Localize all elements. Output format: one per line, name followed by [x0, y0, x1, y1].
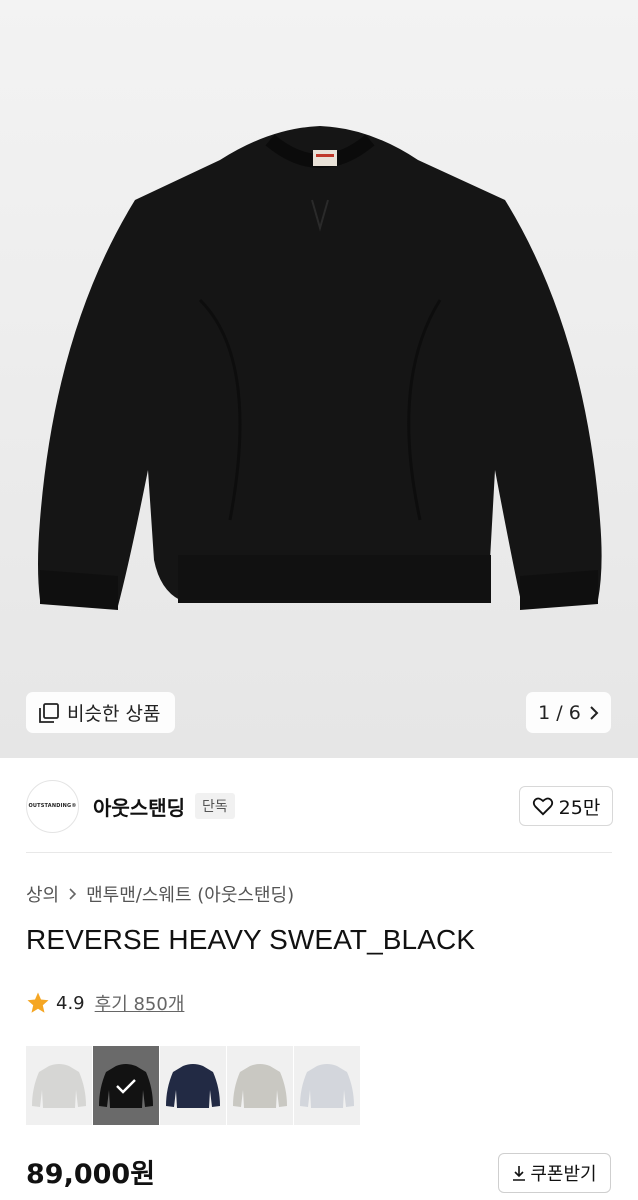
reviews-link[interactable]: 후기 850개 — [95, 990, 185, 1016]
divider — [26, 852, 612, 853]
color-swatch[interactable] — [294, 1046, 360, 1125]
copy-icon — [39, 702, 59, 723]
coupon-download-button[interactable]: 쿠폰받기 — [498, 1153, 611, 1193]
pager-text: 1 / 6 — [538, 702, 581, 724]
brand-logo[interactable]: OUTSTANDING® — [26, 779, 79, 833]
pager-current: 1 — [538, 701, 551, 724]
swatch-sweatshirt-image — [32, 1064, 86, 1108]
breadcrumb: 상의 맨투맨/스웨트 (아웃스탠딩) — [26, 881, 294, 907]
swatch-sweatshirt-image — [166, 1064, 220, 1108]
chevron-right-icon — [69, 888, 77, 900]
brand-name[interactable]: 아웃스탠딩 — [93, 792, 185, 821]
swatch-sweatshirt-image — [233, 1064, 287, 1108]
brand-row: OUTSTANDING® 아웃스탠딩 단독 25만 — [26, 778, 613, 834]
breadcrumb-subcategory[interactable]: 맨투맨/스웨트 (아웃스탠딩) — [86, 881, 294, 907]
color-swatch[interactable] — [26, 1046, 92, 1125]
heart-icon — [532, 797, 553, 816]
color-swatch-selected[interactable] — [93, 1046, 159, 1125]
exclusive-badge: 단독 — [195, 793, 235, 819]
pager-total: 6 — [568, 701, 581, 724]
download-icon — [513, 1166, 526, 1181]
image-pager[interactable]: 1 / 6 — [526, 692, 611, 733]
like-button[interactable]: 25만 — [519, 786, 613, 826]
chevron-right-icon — [590, 705, 599, 720]
breadcrumb-category[interactable]: 상의 — [26, 881, 59, 907]
color-swatch[interactable] — [160, 1046, 226, 1125]
product-image-gallery[interactable]: 비슷한 상품 1 / 6 — [0, 0, 638, 758]
color-swatch[interactable] — [227, 1046, 293, 1125]
product-title: REVERSE HEAVY SWEAT_BLACK — [26, 924, 476, 955]
like-count: 25만 — [558, 796, 601, 819]
color-swatches — [26, 1046, 360, 1125]
pager-separator: / — [556, 701, 563, 724]
rating-score: 4.9 — [56, 992, 85, 1014]
rating-row: 4.9 후기 850개 — [26, 990, 184, 1016]
coupon-label: 쿠폰받기 — [530, 1164, 597, 1185]
star-icon — [27, 992, 49, 1013]
swatch-sweatshirt-image — [300, 1064, 354, 1108]
checkmark-icon — [116, 1078, 136, 1094]
similar-products-label: 비슷한 상품 — [67, 703, 161, 725]
product-photo-sweatshirt — [38, 126, 602, 610]
similar-products-button[interactable]: 비슷한 상품 — [26, 692, 175, 733]
product-price: 89,000원 — [26, 1159, 156, 1190]
